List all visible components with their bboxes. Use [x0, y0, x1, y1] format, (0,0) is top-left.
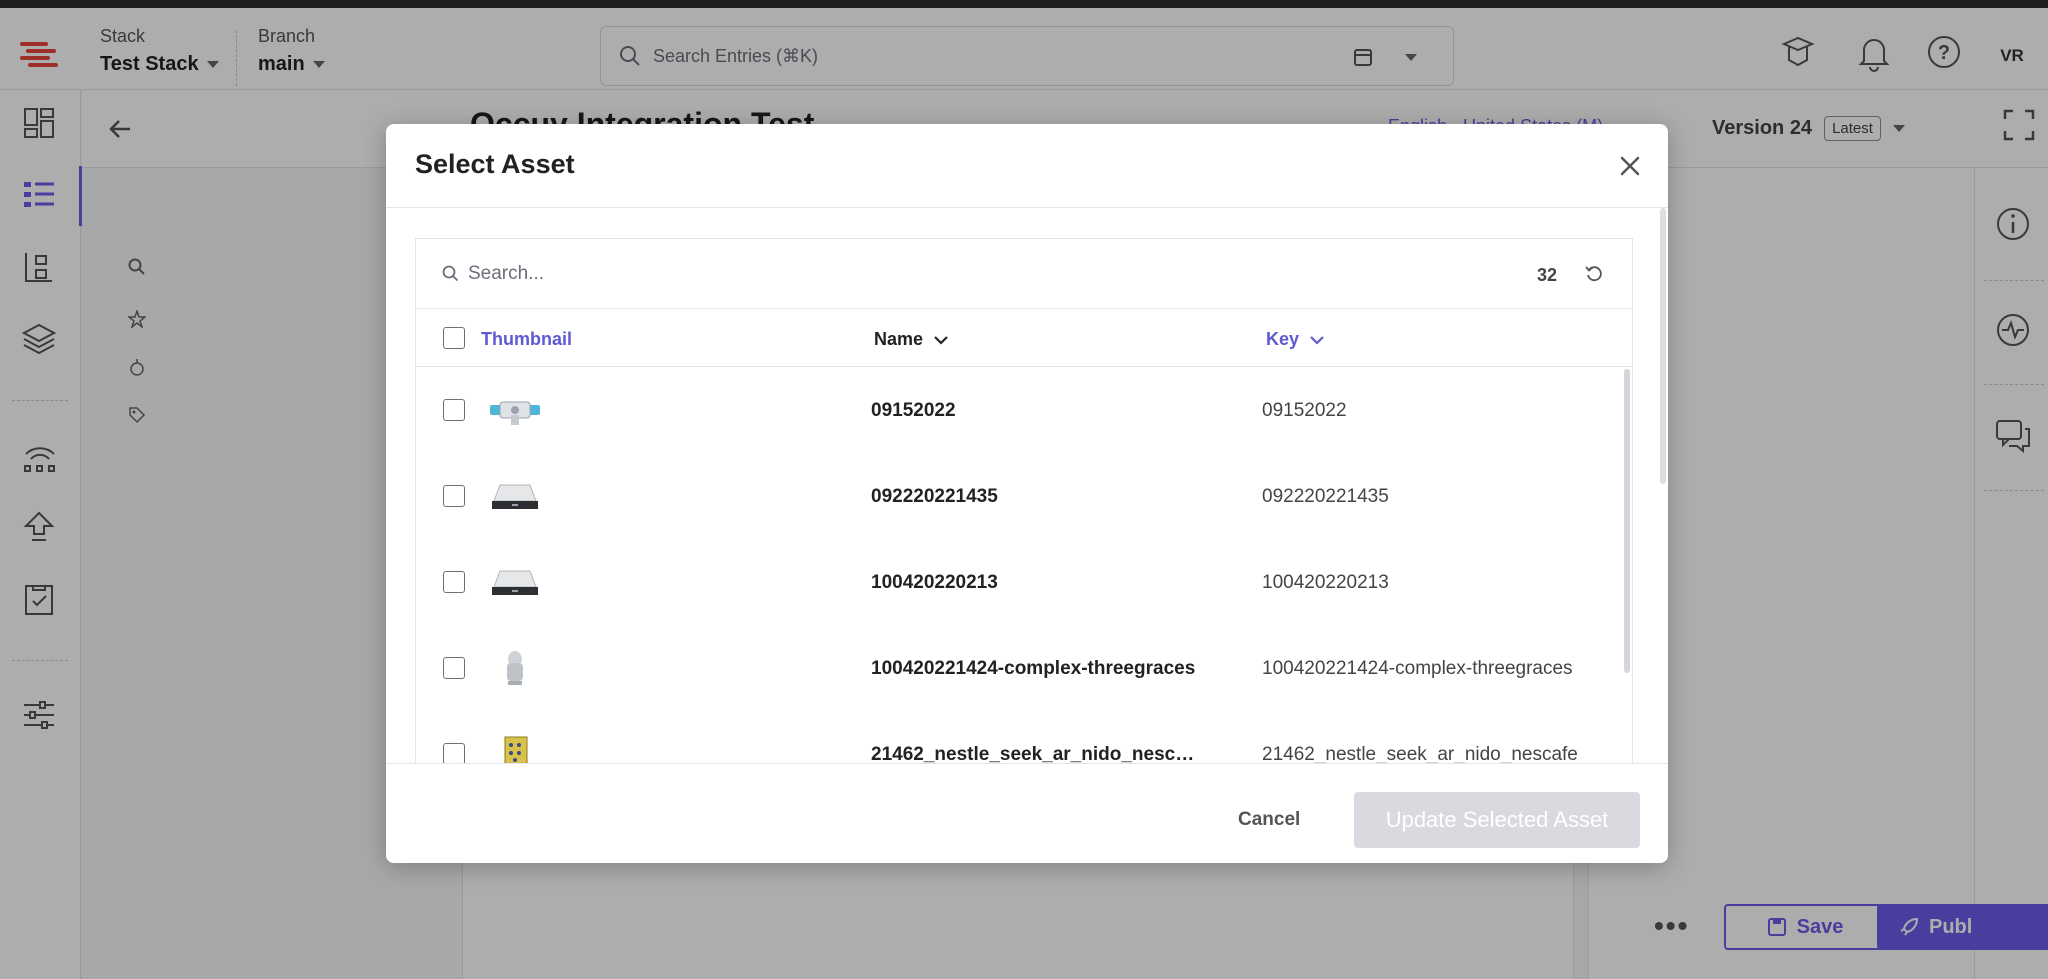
modal-scrollbar[interactable]	[1660, 208, 1666, 484]
table-row[interactable]: 100420220213 100420220213	[416, 539, 1632, 625]
asset-name: 21462_nestle_seek_ar_nido_nescafe	[871, 744, 1201, 764]
search-icon	[442, 265, 459, 282]
asset-thumbnail-connector	[490, 401, 540, 425]
table-scrollbar[interactable]	[1624, 369, 1630, 673]
asset-count: 32	[1537, 265, 1558, 285]
select-asset-modal: Select Asset 32 Thumbnail Name Key	[386, 124, 1668, 863]
modal-footer: Cancel Update Selected Asset	[386, 763, 1668, 863]
close-icon[interactable]	[1616, 152, 1644, 180]
asset-key: 21462_nestle_seek_ar_nido_nescafe	[1262, 744, 1578, 764]
asset-key: 100420220213	[1262, 572, 1389, 593]
column-name-label: Name	[874, 329, 924, 349]
column-key-label: Key	[1266, 329, 1300, 349]
asset-name: 09152022	[871, 400, 956, 421]
asset-name: 092220221435	[871, 486, 998, 507]
cancel-button[interactable]: Cancel	[1238, 809, 1300, 831]
row-checkbox[interactable]	[443, 399, 465, 421]
asset-list-panel: 32 Thumbnail Name Key 09152022 09152022	[415, 238, 1633, 764]
asset-thumbnail-statue	[507, 651, 523, 685]
modal-header: Select Asset	[386, 124, 1668, 208]
asset-name: 100420221424-complex-threegraces	[871, 658, 1196, 679]
table-row[interactable]: 100420221424-complex-threegraces 1004202…	[416, 625, 1632, 711]
chevron-down-icon	[934, 335, 948, 345]
asset-key: 100420221424-complex-threegraces	[1262, 658, 1573, 679]
update-selected-asset-button[interactable]: Update Selected Asset	[1354, 792, 1640, 848]
asset-thumbnail-box	[492, 484, 538, 509]
table-row[interactable]: 21462_nestle_seek_ar_nido_nescafe 21462_…	[416, 711, 1632, 764]
asset-table-header: Thumbnail Name Key	[416, 309, 1632, 367]
row-checkbox[interactable]	[443, 485, 465, 507]
column-header-key[interactable]: Key	[1266, 329, 1325, 350]
asset-thumbnail-package	[504, 736, 528, 764]
column-header-name[interactable]: Name	[874, 329, 949, 350]
chevron-down-icon	[1310, 335, 1324, 345]
select-all-checkbox[interactable]	[443, 327, 465, 349]
asset-key: 09152022	[1262, 400, 1347, 421]
table-row[interactable]: 09152022 09152022	[416, 367, 1632, 453]
asset-search-input[interactable]	[468, 257, 1168, 291]
table-row[interactable]: 092220221435 092220221435	[416, 453, 1632, 539]
asset-thumbnail-box	[492, 570, 538, 595]
modal-title: Select Asset	[415, 149, 575, 179]
asset-name: 100420220213	[871, 572, 998, 593]
refresh-icon[interactable]	[1584, 263, 1604, 283]
column-thumbnail-label: Thumbnail	[481, 329, 572, 349]
row-checkbox[interactable]	[443, 657, 465, 679]
asset-search-bar: 32	[416, 239, 1632, 309]
asset-key: 092220221435	[1262, 486, 1389, 507]
column-header-thumbnail: Thumbnail	[481, 329, 572, 350]
row-checkbox[interactable]	[443, 571, 465, 593]
row-checkbox[interactable]	[443, 743, 465, 764]
